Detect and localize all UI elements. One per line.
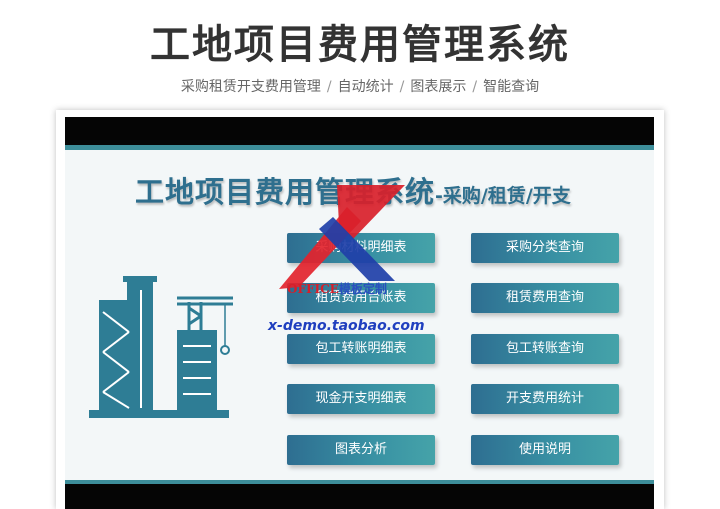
app-screenshot-frame: 工地项目费用管理系统-采购/租赁/开支 租赁费用台账表 包工转账明细表 现金开支… bbox=[56, 110, 664, 509]
feature-separator: / bbox=[326, 79, 332, 95]
building-crane-icon bbox=[89, 276, 233, 418]
chart-analysis-button[interactable]: 图表分析 bbox=[287, 435, 435, 465]
feature-item: 智能查询 bbox=[483, 79, 540, 95]
expense-statistics-button[interactable]: 开支费用统计 bbox=[471, 384, 619, 414]
watermark-office-text: OFFICE模板定制 bbox=[287, 280, 387, 297]
feature-list: 采购租赁开支费用管理 / 自动统计 / 图表展示 / 智能查询 bbox=[0, 76, 720, 96]
watermark-logo-icon bbox=[279, 185, 405, 289]
contract-transfer-detail-button[interactable]: 包工转账明细表 bbox=[287, 334, 435, 364]
contract-transfer-query-button[interactable]: 包工转账查询 bbox=[471, 334, 619, 364]
top-accent-line bbox=[65, 145, 654, 150]
cash-expense-detail-button[interactable]: 现金开支明细表 bbox=[287, 384, 435, 414]
top-bar bbox=[65, 117, 654, 145]
user-guide-button[interactable]: 使用说明 bbox=[471, 435, 619, 465]
feature-item: 图表展示 bbox=[410, 79, 467, 95]
feature-separator: / bbox=[472, 79, 478, 95]
purchase-category-query-button[interactable]: 采购分类查询 bbox=[471, 233, 619, 263]
feature-separator: / bbox=[399, 79, 405, 95]
watermark-office-label: OFFICE bbox=[287, 282, 339, 296]
rental-cost-query-button[interactable]: 租赁费用查询 bbox=[471, 283, 619, 313]
page-title: 工地项目费用管理系统 bbox=[150, 22, 570, 68]
app-heading-suffix: -采购/租赁/开支 bbox=[435, 185, 571, 207]
watermark-url: x-demo.taobao.com bbox=[268, 318, 425, 334]
feature-item: 采购租赁开支费用管理 bbox=[180, 79, 321, 95]
watermark-office-subtitle: 模板定制 bbox=[338, 282, 387, 296]
bottom-bar bbox=[65, 484, 654, 509]
app-screen: 工地项目费用管理系统-采购/租赁/开支 租赁费用台账表 包工转账明细表 现金开支… bbox=[65, 117, 654, 509]
feature-item: 自动统计 bbox=[337, 79, 394, 95]
